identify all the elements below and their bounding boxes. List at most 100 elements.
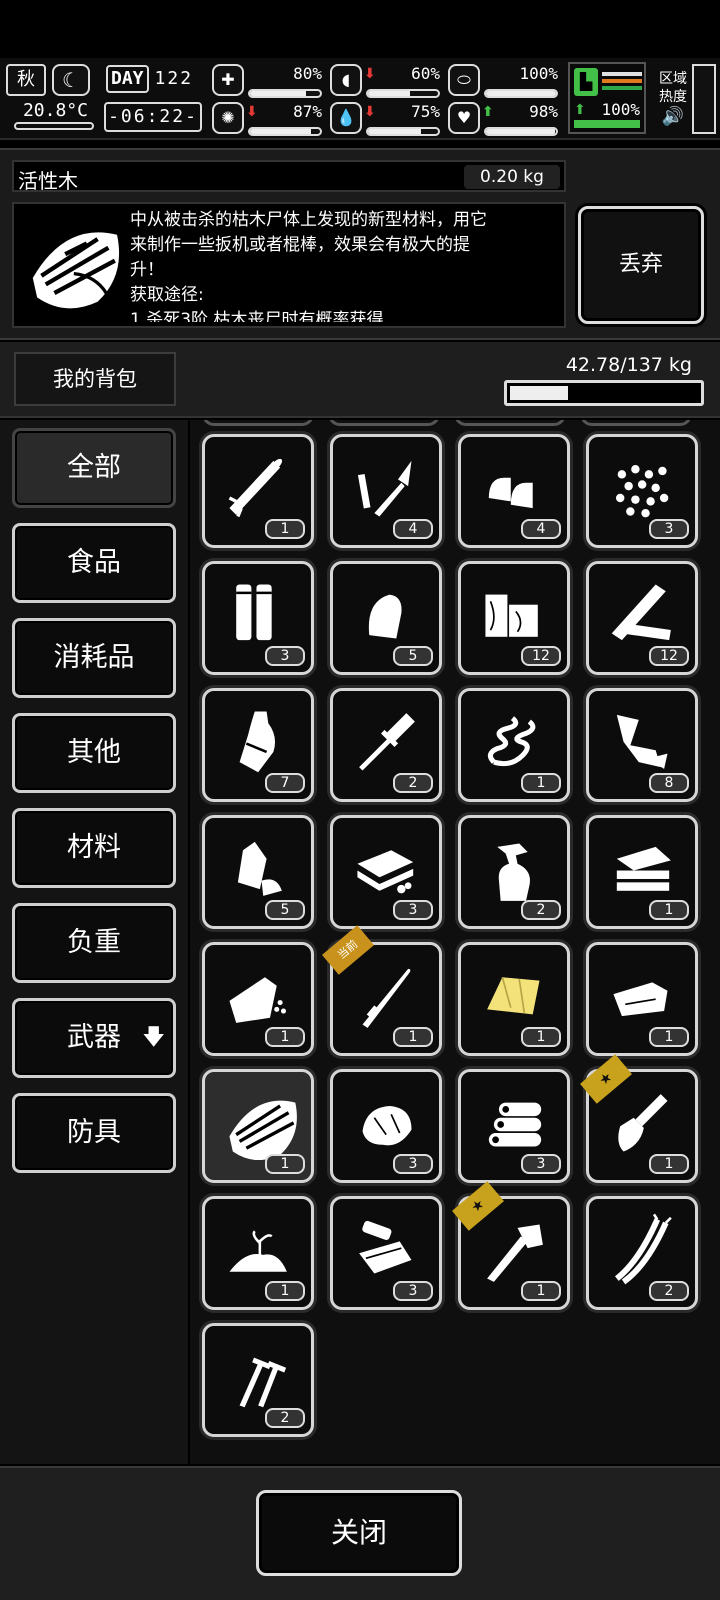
inventory-slot[interactable]: 1 [202,434,314,548]
temperature-readout: 20.8°C [6,100,94,134]
item-description: 中从被击杀的枯木尸体上发现的新型材料，用它 来制作一些扳机或者棍棒，效果会有极大… [130,208,554,322]
item-count: 7 [265,773,305,793]
inventory-slot[interactable]: 4 [330,434,442,548]
inventory-slot[interactable]: 1 [458,688,570,802]
day-counter: DAY 122 [106,64,204,96]
category-tab[interactable]: 武器 🡇 [12,998,176,1078]
moon-icon: ☾ [52,64,90,96]
item-description-box[interactable]: 中从被击杀的枯木尸体上发现的新型材料，用它 来制作一些扳机或者棍棒，效果会有极大… [12,202,566,328]
category-label: 武器 [67,1022,121,1053]
stat-bar [366,127,440,136]
inventory-slot[interactable]: 1 [202,942,314,1056]
stat-health: ✚ 80% [212,64,324,98]
category-tab[interactable]: 全部 [12,428,176,508]
inventory-slot[interactable]: 3 [330,1069,442,1183]
item-count: 1 [393,1027,433,1047]
close-button[interactable]: 关闭 [256,1490,462,1576]
item-count: 2 [649,1281,689,1301]
inventory-slot[interactable]: 8 [586,688,698,802]
item-count: 2 [393,773,433,793]
item-count: 1 [649,900,689,920]
item-count: 8 [649,773,689,793]
inventory-slot[interactable]: 2 [458,815,570,929]
status-stripes [602,72,642,92]
download-icon: 🡇 [142,1025,165,1050]
inventory-slot[interactable]: 7 [202,688,314,802]
inventory-slot[interactable]: 1 [202,1196,314,1310]
inventory-slot[interactable]: 5 [202,815,314,929]
description-line: 获取途径: [130,285,204,305]
backpack-weight: 42.78/137 kg [565,354,692,376]
item-count: 1 [521,773,561,793]
item-count: 2 [521,900,561,920]
inventory-slot[interactable]: 1 [202,1069,314,1183]
inventory-slot[interactable]: 3 [330,1196,442,1310]
inventory-slot[interactable]: 1 [586,815,698,929]
category-tab[interactable]: 负重 [12,903,176,983]
boot-bar [574,120,640,128]
inventory-slot[interactable]: 3 [458,1069,570,1183]
inventory-slot[interactable]: 3 [586,434,698,548]
rag-icon [613,982,668,1017]
discard-button[interactable]: 丢弃 [578,206,704,324]
inventory-slot[interactable]: 1 ★ [580,1054,698,1183]
planks-icon [611,584,671,641]
category-tab[interactable]: 消耗品 [12,618,176,698]
inventory-grid[interactable]: 1 4 4 3 3 5 12 12 7 2 1 8 5 3 2 1 1 1 当前 1 1 1 3 3 1 ★ 1 3 1 ★ 2 2 [190,420,720,1464]
inventory-slot[interactable]: 3 [330,815,442,929]
thermometer-icon [14,122,94,130]
category-label: 材料 [67,832,121,863]
item-count: 1 [521,1281,561,1301]
arrow-up-icon: ⬆ [482,104,494,120]
item-count: 1 [649,1027,689,1047]
backpack-load-fill [510,386,569,400]
item-count: 3 [393,1281,433,1301]
stat-bar-fill [486,91,556,96]
inventory-slot[interactable]: 1 ★ [452,1181,570,1310]
item-count: 3 [265,646,305,666]
spray-bottle-icon [497,843,530,901]
item-count: 3 [393,1154,433,1174]
item-count: 12 [521,646,561,666]
stat-bar [248,89,322,98]
category-sidebar: 全部食品消耗品其他材料负重武器 🡇 防具 [0,420,188,1464]
stat-mood: ♥ ⬆ 98% [448,102,560,136]
katana-icon [362,968,411,1028]
wood-blocks-icon [485,594,538,637]
inventory-slot[interactable]: 12 [586,561,698,675]
category-tab[interactable]: 材料 [12,808,176,888]
cloth-stack-icon [616,846,671,891]
stat-value: 100% [519,64,558,83]
boot-icon: ▙ [574,68,598,96]
inventory-slot[interactable]: 2 [586,1196,698,1310]
item-count: 1 [265,1154,305,1174]
scrap-metal-icon [616,714,668,769]
inventory-slot[interactable]: 1 当前 [322,925,442,1056]
category-tab[interactable]: 食品 [12,523,176,603]
inventory-slot[interactable]: 4 [458,434,570,548]
category-tab[interactable]: 防具 [12,1093,176,1173]
stat-stamina: ⬭ 100% [448,64,560,98]
item-name: 活性木 [18,169,78,193]
category-label: 防具 [67,1117,121,1148]
stat-bar-fill [250,91,306,96]
inventory-slot[interactable]: 2 [202,1323,314,1437]
inventory-slot[interactable]: 1 [586,942,698,1056]
inventory-slot-partial [202,420,314,426]
inventory-slot[interactable]: 2 [330,688,442,802]
inventory-slot[interactable]: 12 [458,561,570,675]
speaker-icon[interactable]: 🔊 [656,108,690,126]
arrow-down-icon: ⬇ [246,104,258,120]
stripe [602,79,642,83]
inventory-slot[interactable]: 1 [458,942,570,1056]
inventory-slot[interactable]: 3 [202,561,314,675]
region-heat-meter [692,64,716,134]
stat-bar [248,127,322,136]
brain-icon: ✺ [212,102,244,134]
inventory-slot[interactable]: 5 [330,561,442,675]
stat-bar-fill [486,129,555,134]
bullet-tip-icon [368,594,402,639]
pellets-icon [615,465,669,518]
category-tab[interactable]: 其他 [12,713,176,793]
description-line: 中从被击杀的枯木尸体上发现的新型材料，用它 [130,210,487,230]
